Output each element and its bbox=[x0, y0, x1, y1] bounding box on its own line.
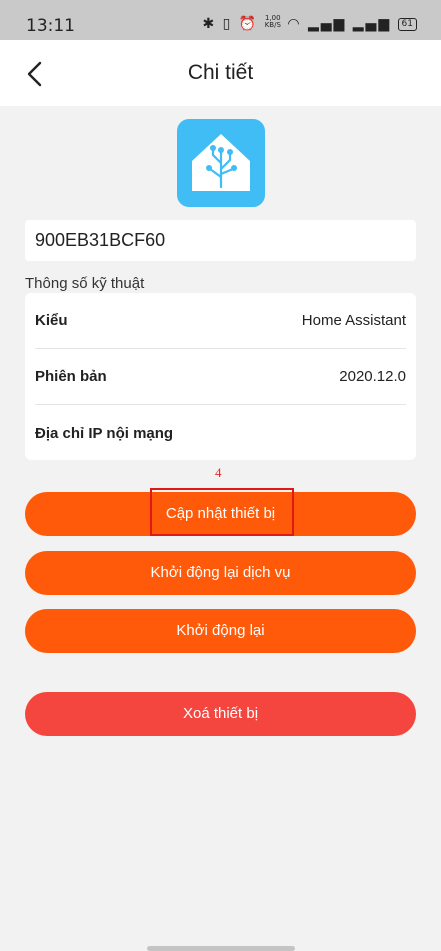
vibrate-icon: ▯ bbox=[222, 16, 233, 32]
spec-row-type: Kiểu Home Assistant bbox=[35, 293, 406, 349]
annotation-box bbox=[150, 488, 294, 536]
spec-section-title: Thông số kỹ thuật bbox=[25, 275, 145, 292]
status-icons: ✱ ▯ ⏰ 1,00 KB/S ◠ ▂▄▆ ▂▄▆ 61 bbox=[202, 15, 417, 32]
spec-value: 2020.12.0 bbox=[339, 368, 406, 385]
spec-label: Phiên bản bbox=[35, 368, 107, 385]
network-speed: 1,00 KB/S bbox=[264, 14, 281, 29]
alarm-icon: ⏰ bbox=[238, 16, 259, 32]
home-indicator[interactable] bbox=[147, 946, 295, 951]
spec-label: Kiểu bbox=[35, 312, 68, 329]
restart-service-button[interactable]: Khởi động lại dịch vụ bbox=[25, 551, 416, 595]
delete-device-button[interactable]: Xoá thiết bị bbox=[25, 692, 416, 736]
spec-row-version: Phiên bản 2020.12.0 bbox=[35, 349, 406, 405]
spec-row-local-ip: Địa chỉ IP nội mạng bbox=[35, 405, 406, 461]
signal-icon: ▂▄▆ bbox=[308, 16, 347, 32]
bluetooth-icon: ✱ bbox=[202, 16, 217, 32]
header: Chi tiết bbox=[0, 40, 441, 106]
home-assistant-icon bbox=[177, 119, 265, 207]
spec-card: Kiểu Home Assistant Phiên bản 2020.12.0 … bbox=[25, 293, 416, 460]
restart-button[interactable]: Khởi động lại bbox=[25, 609, 416, 653]
device-id-field: 900EB31BCF60 bbox=[25, 220, 416, 261]
signal-icon-2: ▂▄▆ bbox=[352, 16, 392, 32]
annotation-number: 4 bbox=[215, 465, 222, 480]
wifi-icon: ◠ bbox=[287, 16, 302, 32]
status-bar: 13:11 ✱ ▯ ⏰ 1,00 KB/S ◠ ▂▄▆ ▂▄▆ 61 bbox=[0, 0, 441, 40]
status-time: 13:11 bbox=[26, 16, 75, 36]
page-title: Chi tiết bbox=[187, 61, 254, 84]
battery-icon: 61 bbox=[397, 18, 417, 31]
spec-value: Home Assistant bbox=[301, 312, 406, 329]
spec-label: Địa chỉ IP nội mạng bbox=[35, 424, 174, 442]
